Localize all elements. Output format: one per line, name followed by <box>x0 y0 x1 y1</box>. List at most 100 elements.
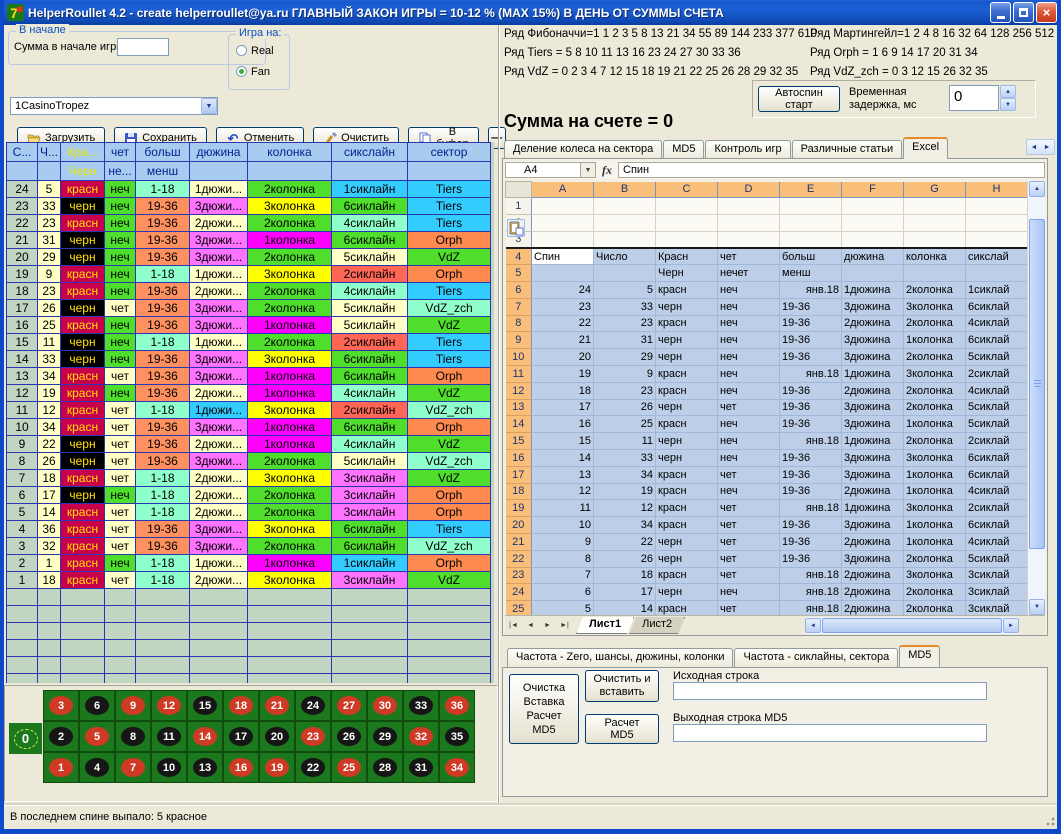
excel-cell[interactable] <box>966 214 1028 231</box>
excel-cell[interactable]: 6сиклай <box>966 298 1028 315</box>
cell-name-box[interactable]: A4 <box>505 162 581 178</box>
excel-cell[interactable] <box>718 231 780 248</box>
excel-cell[interactable]: 2дюжина <box>842 483 904 500</box>
excel-cell[interactable]: красн <box>656 382 718 399</box>
excel-cell[interactable]: 5сиклай <box>966 349 1028 366</box>
excel-row-header[interactable]: 19 <box>506 500 532 517</box>
excel-cell[interactable]: красн <box>656 281 718 298</box>
tab-scroll-left-icon[interactable]: ◄ <box>1028 141 1040 153</box>
excel-cell[interactable]: 4сиклай <box>966 315 1028 332</box>
excel-cell[interactable]: красн <box>656 315 718 332</box>
excel-cell[interactable]: чет <box>718 517 780 534</box>
roulette-cell-35[interactable]: 35 <box>440 722 474 751</box>
excel-cell[interactable]: 17 <box>532 399 594 416</box>
excel-col-header-D[interactable]: D <box>718 182 780 198</box>
excel-cell[interactable]: 22 <box>532 315 594 332</box>
roulette-cell-24[interactable]: 24 <box>296 691 330 720</box>
excel-cell[interactable]: дюжина <box>842 248 904 265</box>
clear-and-paste-button[interactable]: Очистить и вставить <box>585 670 659 702</box>
excel-cell[interactable]: неч <box>718 449 780 466</box>
excel-row-header[interactable]: 24 <box>506 584 532 601</box>
excel-cell[interactable]: 1колонка <box>904 416 966 433</box>
excel-cell[interactable]: 5сиклай <box>966 550 1028 567</box>
roulette-cell-22[interactable]: 22 <box>296 753 330 782</box>
excel-cell[interactable]: колонка <box>904 248 966 265</box>
excel-cell[interactable] <box>656 198 718 215</box>
roulette-cell-28[interactable]: 28 <box>368 753 402 782</box>
roulette-cell-36[interactable]: 36 <box>440 691 474 720</box>
excel-cell[interactable]: 2дюжина <box>842 315 904 332</box>
output-string-input[interactable] <box>673 724 987 742</box>
excel-cell[interactable]: янв.18 <box>780 500 842 517</box>
spin-down-icon[interactable]: ▼ <box>1000 98 1016 111</box>
roulette-cell-25[interactable]: 25 <box>332 753 366 782</box>
excel-cell[interactable] <box>594 214 656 231</box>
excel-cell[interactable] <box>718 198 780 215</box>
tab-3[interactable]: Различные статьи <box>792 140 903 159</box>
excel-cell[interactable] <box>656 231 718 248</box>
excel-cell[interactable]: 3дюжина <box>842 466 904 483</box>
excel-cell[interactable]: неч <box>718 315 780 332</box>
excel-row-header[interactable]: 21 <box>506 533 532 550</box>
sheet-last-icon[interactable]: ►| <box>556 618 573 634</box>
excel-cell[interactable]: 1дюжина <box>842 365 904 382</box>
chevron-down-icon[interactable]: ▼ <box>201 98 217 114</box>
excel-cell[interactable] <box>966 265 1028 282</box>
excel-row-header[interactable]: 5 <box>506 265 532 282</box>
excel-cell[interactable]: 8 <box>532 550 594 567</box>
excel-cell[interactable]: 2колонка <box>904 315 966 332</box>
excel-cell[interactable] <box>904 231 966 248</box>
excel-cell[interactable]: 2колонка <box>904 349 966 366</box>
excel-cell[interactable]: черн <box>656 584 718 601</box>
excel-cell[interactable]: 2сиклай <box>966 500 1028 517</box>
excel-row-header[interactable]: 11 <box>506 365 532 382</box>
excel-row-header[interactable]: 9 <box>506 332 532 349</box>
excel-cell[interactable] <box>904 198 966 215</box>
excel-cell[interactable]: 23 <box>594 382 656 399</box>
excel-cell[interactable]: 9 <box>594 365 656 382</box>
excel-cell[interactable]: 3дюжина <box>842 332 904 349</box>
excel-cell[interactable]: неч <box>718 433 780 450</box>
excel-cell[interactable]: 2дюжина <box>842 533 904 550</box>
roulette-cell-8[interactable]: 8 <box>116 722 150 751</box>
excel-cell[interactable]: неч <box>718 483 780 500</box>
excel-cell[interactable]: 3сиклай <box>966 584 1028 601</box>
excel-cell[interactable]: 2колонка <box>904 281 966 298</box>
excel-row-header[interactable]: 16 <box>506 449 532 466</box>
excel-cell[interactable]: 1колонка <box>904 466 966 483</box>
roulette-cell-11[interactable]: 11 <box>152 722 186 751</box>
excel-cell[interactable] <box>780 214 842 231</box>
excel-col-header-F[interactable]: F <box>842 182 904 198</box>
excel-cell[interactable]: красн <box>656 500 718 517</box>
excel-cell[interactable]: 19-36 <box>780 399 842 416</box>
roulette-cell-0[interactable]: 0 <box>9 723 42 754</box>
excel-cell[interactable]: чет <box>718 466 780 483</box>
excel-cell[interactable]: 6 <box>532 584 594 601</box>
excel-cell[interactable]: 2колонка <box>904 399 966 416</box>
roulette-cell-20[interactable]: 20 <box>260 722 294 751</box>
excel-cell[interactable]: 26 <box>594 550 656 567</box>
formula-input[interactable]: Спин <box>618 162 1045 178</box>
paste-options-icon[interactable] <box>507 219 525 237</box>
clear-paste-calc-button[interactable]: Очистка Вставка Расчет MD5 <box>509 674 579 744</box>
roulette-cell-5[interactable]: 5 <box>80 722 114 751</box>
excel-cell[interactable]: 33 <box>594 449 656 466</box>
excel-cell[interactable]: 2колонка <box>904 584 966 601</box>
excel-cell[interactable] <box>718 214 780 231</box>
start-sum-input[interactable] <box>117 38 169 56</box>
excel-cell[interactable] <box>594 265 656 282</box>
excel-cell[interactable]: 3дюжина <box>842 449 904 466</box>
excel-cell[interactable]: 19-36 <box>780 349 842 366</box>
radio-real[interactable]: Real <box>236 45 274 57</box>
maximize-button[interactable] <box>1013 2 1034 23</box>
excel-cell[interactable]: 33 <box>594 298 656 315</box>
hscroll-thumb[interactable] <box>822 618 1002 633</box>
casino-combobox[interactable]: 1CasinoTropez ▼ <box>10 97 218 115</box>
excel-row-header[interactable]: 6 <box>506 281 532 298</box>
excel-cell[interactable] <box>594 231 656 248</box>
excel-cell[interactable]: черн <box>656 399 718 416</box>
excel-col-header-E[interactable]: E <box>780 182 842 198</box>
excel-cell[interactable]: 1дюжина <box>842 281 904 298</box>
excel-cell[interactable]: 19-36 <box>780 315 842 332</box>
excel-cell[interactable]: янв.18 <box>780 567 842 584</box>
